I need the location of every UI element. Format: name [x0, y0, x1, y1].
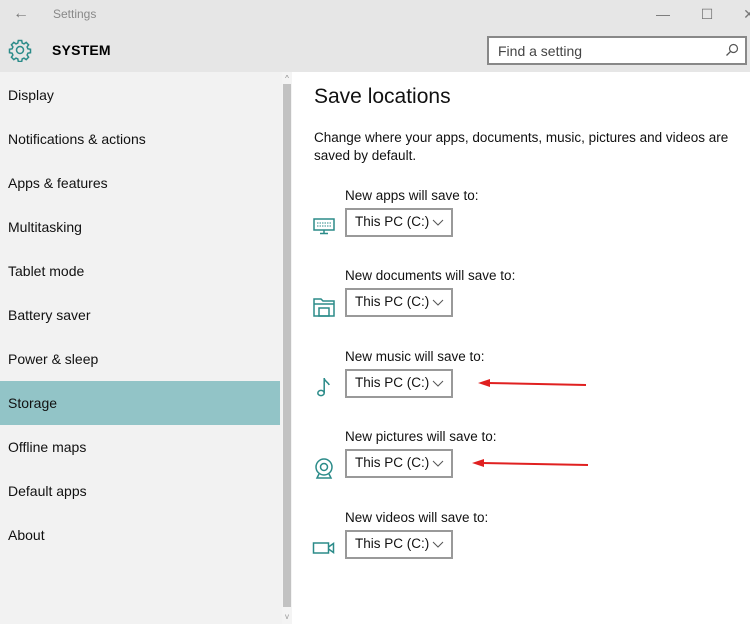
sidebar-item-apps-features[interactable]: Apps & features: [0, 161, 280, 205]
sidebar-item-power-sleep[interactable]: Power & sleep: [0, 337, 280, 381]
location-documents: New documents will save to: This PC (C:): [292, 268, 750, 338]
page-description: Change where your apps, documents, music…: [314, 130, 729, 163]
scroll-up-icon[interactable]: ^: [282, 74, 292, 83]
search-placeholder: Find a setting: [498, 43, 583, 59]
location-label: New documents will save to:: [345, 268, 516, 283]
chevron-down-icon: [432, 541, 444, 548]
chevron-down-icon: [432, 299, 444, 306]
location-label: New music will save to:: [345, 349, 485, 364]
section-title: SYSTEM: [52, 42, 111, 58]
location-videos: New videos will save to: This PC (C:): [292, 510, 750, 580]
dropdown-value: This PC (C:): [355, 375, 430, 390]
dropdown-value: This PC (C:): [355, 536, 430, 551]
scroll-down-icon[interactable]: v: [282, 612, 292, 621]
sidebar-item-display[interactable]: Display: [0, 73, 280, 117]
page-title: Save locations: [314, 85, 451, 108]
annotation-arrow-pictures: [472, 459, 589, 467]
maximize-button[interactable]: ☐: [692, 3, 722, 25]
camera-icon: [315, 458, 333, 479]
monitor-icon: [313, 218, 335, 235]
sidebar-item-tablet-mode[interactable]: Tablet mode: [0, 249, 280, 293]
sidebar-item-about[interactable]: About: [0, 513, 280, 557]
gear-icon: [8, 39, 32, 62]
music-location-dropdown[interactable]: This PC (C:): [345, 369, 453, 398]
sidebar-item-offline-maps[interactable]: Offline maps: [0, 425, 280, 469]
pictures-location-dropdown[interactable]: This PC (C:): [345, 449, 453, 478]
dropdown-value: This PC (C:): [355, 455, 430, 470]
title-bar: ← Settings — ☐ ✕: [0, 0, 750, 30]
chevron-down-icon: [432, 219, 444, 226]
sidebar-item-notifications[interactable]: Notifications & actions: [0, 117, 280, 161]
videos-location-dropdown[interactable]: This PC (C:): [345, 530, 453, 559]
location-label: New pictures will save to:: [345, 429, 497, 444]
sidebar-item-default-apps[interactable]: Default apps: [0, 469, 280, 513]
sidebar-item-storage[interactable]: Storage: [0, 381, 280, 425]
documents-location-dropdown[interactable]: This PC (C:): [345, 288, 453, 317]
sidebar-item-multitasking[interactable]: Multitasking: [0, 205, 280, 249]
dropdown-value: This PC (C:): [355, 214, 430, 229]
video-camera-icon: [312, 542, 335, 554]
location-apps: New apps will save to: This PC (C:): [292, 188, 750, 258]
documents-folder-icon: [313, 298, 335, 317]
window-title: Settings: [53, 7, 97, 21]
chevron-down-icon: [432, 460, 444, 467]
sidebar-nav: Display Notifications & actions Apps & f…: [0, 72, 282, 624]
location-label: New apps will save to:: [345, 188, 479, 203]
annotation-arrow-music: [478, 379, 587, 387]
location-label: New videos will save to:: [345, 510, 489, 525]
main-content: Save locations Change where your apps, d…: [292, 72, 750, 624]
chevron-down-icon: [432, 380, 444, 387]
scroll-thumb[interactable]: [283, 84, 291, 607]
apps-location-dropdown[interactable]: This PC (C:): [345, 208, 453, 237]
search-icon[interactable]: [725, 43, 739, 57]
minimize-button[interactable]: —: [648, 3, 678, 25]
arrow-left-icon[interactable]: ←: [10, 4, 32, 24]
sidebar-item-battery-saver[interactable]: Battery saver: [0, 293, 280, 337]
close-button[interactable]: ✕: [734, 3, 750, 25]
search-input[interactable]: Find a setting: [487, 36, 747, 65]
dropdown-value: This PC (C:): [355, 294, 430, 309]
sidebar-scrollbar[interactable]: ^ v: [282, 72, 292, 624]
music-note-icon: [317, 377, 330, 397]
header: SYSTEM Find a setting: [0, 30, 750, 72]
